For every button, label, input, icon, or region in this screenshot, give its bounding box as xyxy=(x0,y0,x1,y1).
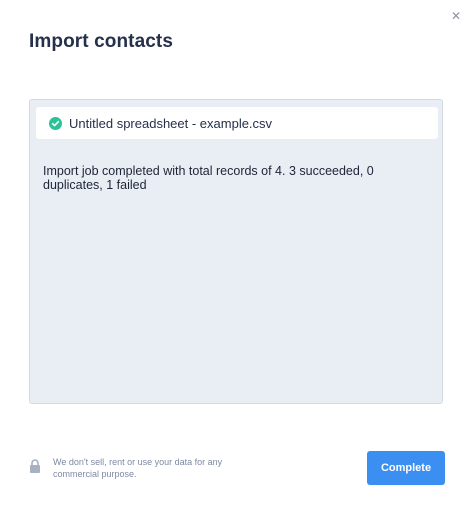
dialog-title: Import contacts xyxy=(29,31,174,52)
privacy-notice: We don't sell, rent or use your data for… xyxy=(53,457,223,479)
complete-button[interactable]: Complete xyxy=(367,451,445,485)
file-card: Untitled spreadsheet - example.csv xyxy=(36,107,438,139)
dialog-footer: We don't sell, rent or use your data for… xyxy=(29,451,445,485)
import-result-message: Import job completed with total records … xyxy=(43,164,374,192)
close-icon[interactable]: ✕ xyxy=(450,10,462,22)
import-result-panel: Untitled spreadsheet - example.csv Impor… xyxy=(29,99,443,404)
check-circle-icon xyxy=(49,116,62,130)
lock-icon xyxy=(29,459,41,473)
file-name: Untitled spreadsheet - example.csv xyxy=(69,115,273,131)
